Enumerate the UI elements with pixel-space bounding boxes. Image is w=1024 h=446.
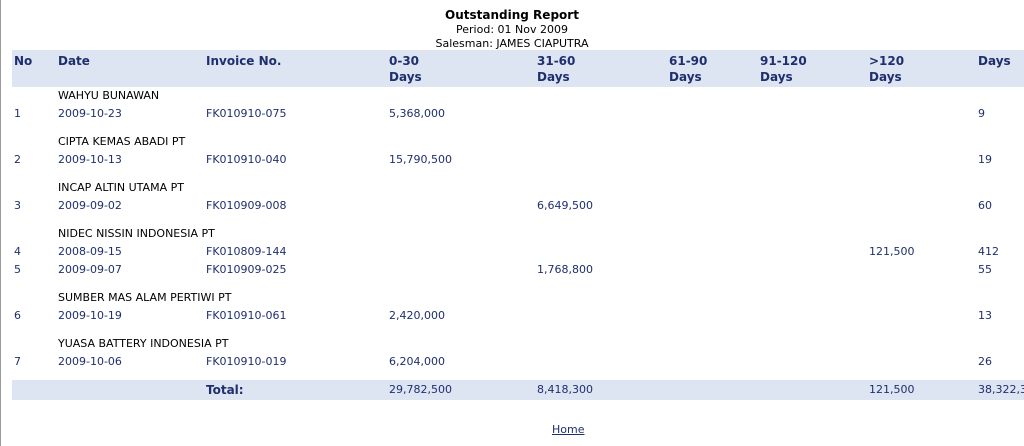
- row-date: 2009-10-19: [58, 309, 122, 322]
- report-period: Period: 01 Nov 2009: [456, 23, 568, 36]
- total-over-120: 121,500: [869, 383, 915, 396]
- row-number: 3: [14, 199, 21, 212]
- row-invoice: FK010809-144: [206, 245, 287, 258]
- col-header-over-120: >120 Days: [869, 54, 905, 84]
- row-invoice: FK010909-025: [206, 263, 287, 276]
- col-header-date: Date: [58, 54, 90, 68]
- customer-name: CIPTA KEMAS ABADI PT: [58, 135, 186, 148]
- row-date: 2009-09-07: [58, 263, 122, 276]
- row-number: 6: [14, 309, 21, 322]
- row-date: 2009-10-06: [58, 355, 122, 368]
- total-0-30: 29,782,500: [389, 383, 452, 396]
- row-number: 7: [14, 355, 21, 368]
- row-invoice: FK010910-061: [206, 309, 287, 322]
- customer-name: INCAP ALTIN UTAMA PT: [58, 181, 184, 194]
- row-date: 2009-09-02: [58, 199, 122, 212]
- total-31-60: 8,418,300: [537, 383, 593, 396]
- customer-name: YUASA BATTERY INDONESIA PT: [58, 337, 229, 350]
- customer-name: SUMBER MAS ALAM PERTIWI PT: [58, 291, 232, 304]
- home-link[interactable]: Home: [552, 423, 584, 436]
- row-number: 5: [14, 263, 21, 276]
- row-amount-over-120: 121,500: [869, 245, 915, 258]
- report-title: Outstanding Report: [445, 8, 579, 22]
- row-number: 4: [14, 245, 21, 258]
- col-header-no: No: [14, 54, 33, 68]
- col-header-invoice: Invoice No.: [206, 54, 282, 68]
- row-date: 2009-10-13: [58, 153, 122, 166]
- row-days: 55: [978, 263, 992, 276]
- row-days: 412: [978, 245, 999, 258]
- row-days: 60: [978, 199, 992, 212]
- row-amount-0-30: 2,420,000: [389, 309, 445, 322]
- row-date: 2008-09-15: [58, 245, 122, 258]
- row-amount-0-30: 6,204,000: [389, 355, 445, 368]
- col-header-61-90: 61-90 Days: [669, 54, 708, 84]
- col-header-91-120: 91-120 Days: [760, 54, 807, 84]
- row-invoice: FK010910-040: [206, 153, 287, 166]
- col-header-days: Days: [978, 54, 1011, 68]
- row-invoice: FK010909-008: [206, 199, 287, 212]
- row-amount-31-60: 1,768,800: [537, 263, 593, 276]
- row-amount-0-30: 5,368,000: [389, 107, 445, 120]
- row-invoice: FK010910-019: [206, 355, 287, 368]
- window-border: [0, 0, 1, 446]
- total-label: Total:: [206, 383, 244, 397]
- customer-name: WAHYU BUNAWAN: [58, 89, 160, 102]
- row-invoice: FK010910-075: [206, 107, 287, 120]
- row-amount-0-30: 15,790,500: [389, 153, 452, 166]
- row-days: 9: [978, 107, 985, 120]
- row-number: 2: [14, 153, 21, 166]
- row-days: 19: [978, 153, 992, 166]
- row-days: 26: [978, 355, 992, 368]
- row-number: 1: [14, 107, 21, 120]
- grand-total: 38,322,3: [978, 383, 1024, 396]
- row-date: 2009-10-23: [58, 107, 122, 120]
- col-header-31-60: 31-60 Days: [537, 54, 576, 84]
- report-salesman: Salesman: JAMES CIAPUTRA: [435, 37, 589, 50]
- row-days: 13: [978, 309, 992, 322]
- col-header-0-30: 0-30 Days: [389, 54, 422, 84]
- row-amount-31-60: 6,649,500: [537, 199, 593, 212]
- customer-name: NIDEC NISSIN INDONESIA PT: [58, 227, 215, 240]
